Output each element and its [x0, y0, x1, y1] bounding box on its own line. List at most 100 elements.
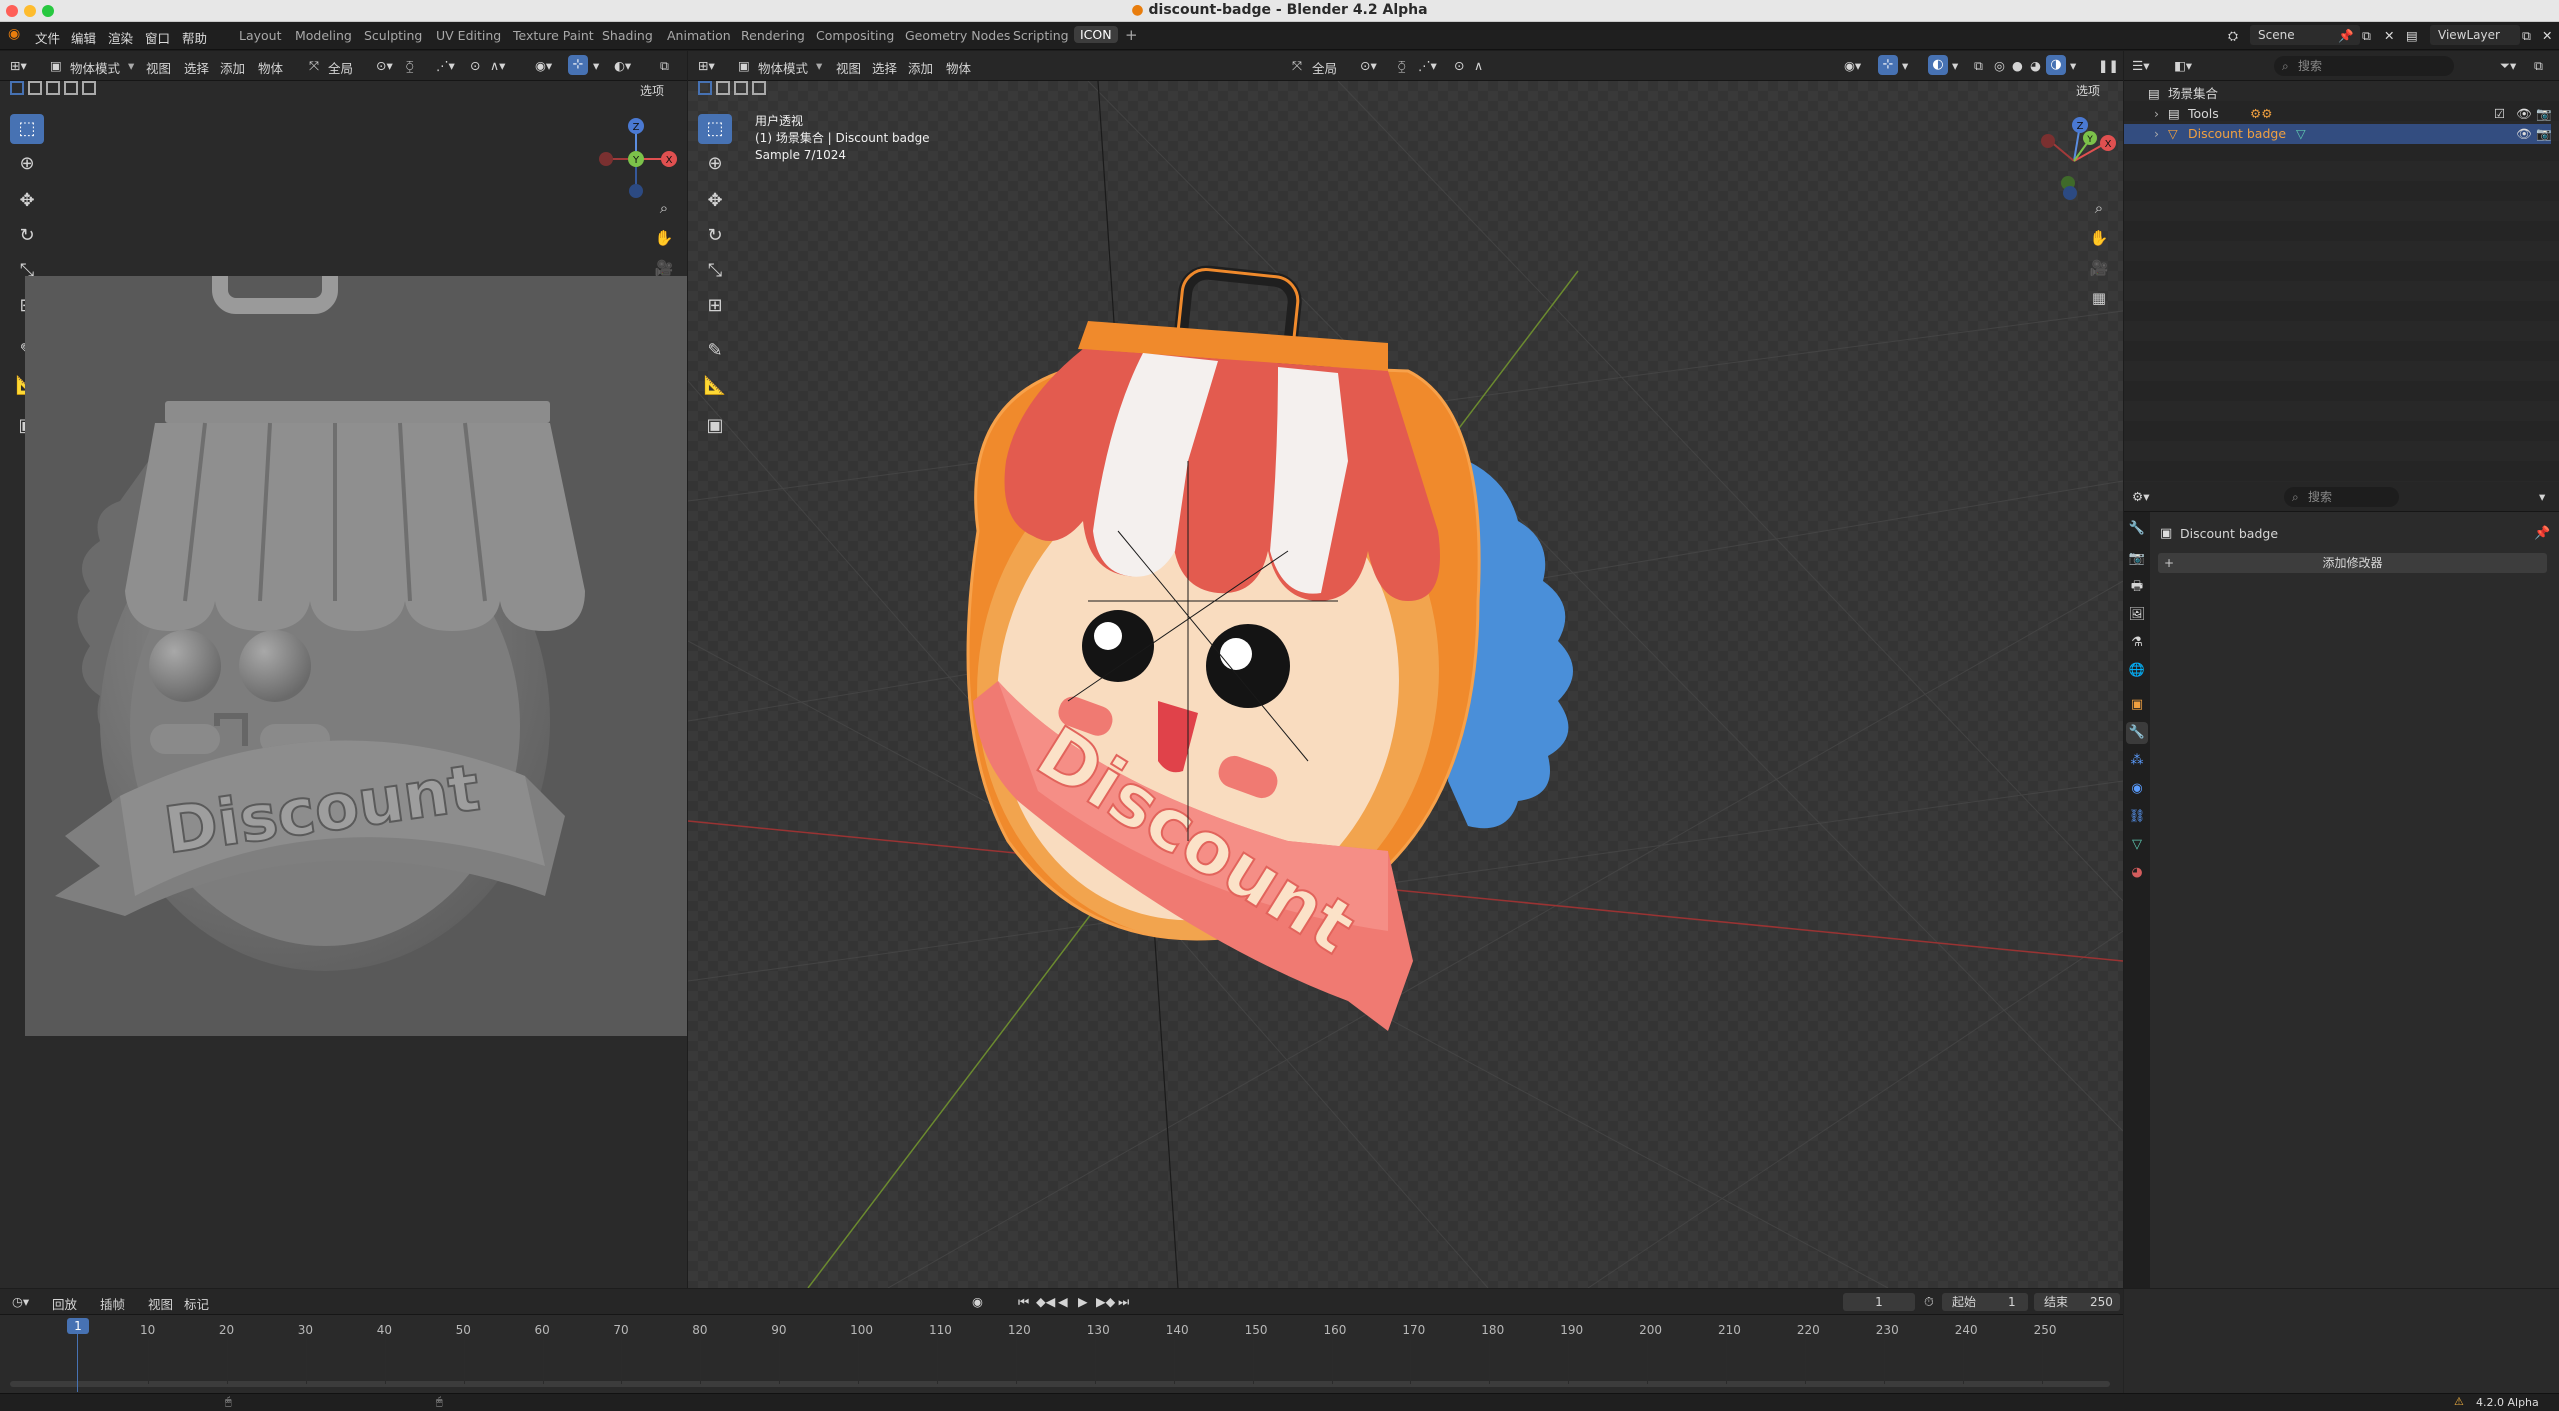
left-viewport[interactable]: ⊞▾ ▣ 物体模式 ▾ 视图 选择 添加 物体 ⤧ 全局 ⊙▾ ⧲ ⋰▾ ⊙ ∧… — [0, 51, 687, 1288]
tab-modeling[interactable]: Modeling — [295, 28, 352, 43]
left-menu-add[interactable]: 添加 — [220, 58, 245, 77]
overlay-menu-icon[interactable]: ▾ — [1952, 58, 1958, 73]
main-mode-selector[interactable]: 物体模式 — [758, 58, 808, 77]
proportional-icon[interactable]: ⊙ — [470, 58, 480, 73]
outliner-editor-type-icon[interactable]: ☰▾ — [2132, 58, 2149, 73]
cursor-tool-icon[interactable]: ⊕ — [10, 149, 44, 179]
tab-compositing[interactable]: Compositing — [816, 28, 894, 43]
outliner-row-tools[interactable]: › ▤ Tools ⚙⚙ ☑ 👁 📷 — [2124, 104, 2552, 124]
physics-tab-icon[interactable]: ◉ — [2126, 778, 2148, 800]
editor-type-icon[interactable]: ⊞▾ — [698, 58, 715, 73]
outliner-root-row[interactable]: ▤ 场景集合 — [2124, 84, 2551, 104]
main-transform-orientation[interactable]: 全局 — [1312, 58, 1337, 77]
jump-end-icon[interactable]: ⏭ — [1118, 1294, 1129, 1310]
pin-icon[interactable]: 📌 — [2534, 526, 2550, 541]
play-reverse-icon[interactable]: ◀ — [1058, 1294, 1068, 1309]
main-viewport[interactable]: ⊞▾ ▣ 物体模式 ▾ 视图 选择 添加 物体 ⤧ 全局 ⊙▾ ⧲ ⋰▾ ⊙ ∧… — [688, 51, 2123, 1288]
gizmo-toggle-icon[interactable]: ⊹ — [1878, 55, 1898, 75]
eye-icon[interactable]: 👁 — [2516, 104, 2532, 124]
auto-keying-icon[interactable]: ◉ — [972, 1294, 983, 1309]
overlay-icon[interactable]: ◐▾ — [614, 58, 631, 73]
pan-hand-icon[interactable]: ✋ — [652, 226, 676, 250]
expand-chevron-icon[interactable]: › — [2154, 124, 2159, 144]
pivot-icon[interactable]: ⊙▾ — [376, 58, 393, 73]
add-workspace-icon[interactable]: + — [1125, 26, 1138, 44]
menu-window[interactable]: 窗口 — [145, 28, 170, 47]
left-options-menu[interactable]: 选项 — [640, 82, 664, 99]
shading-menu-icon[interactable]: ▾ — [2070, 58, 2076, 73]
blender-logo-icon[interactable]: ◉ — [8, 26, 20, 42]
material-tab-icon[interactable]: ◕ — [2126, 862, 2148, 884]
outliner-search-input[interactable]: ⌕ 搜索 — [2274, 56, 2454, 76]
tab-animation[interactable]: Animation — [667, 28, 731, 43]
left-menu-view[interactable]: 视图 — [146, 58, 171, 77]
tab-layout[interactable]: Layout — [239, 28, 282, 43]
properties-editor-type-icon[interactable]: ⚙▾ — [2132, 489, 2149, 504]
snap-target-icon[interactable]: ⋰▾ — [1418, 58, 1437, 73]
main-menu-object[interactable]: 物体 — [946, 58, 971, 77]
outliner-row-discount-badge[interactable]: › ▽ Discount badge ▽ 👁 📷 — [2124, 124, 2552, 144]
data-tab-icon[interactable]: ▽ — [2126, 834, 2148, 856]
timeline-editor-type-icon[interactable]: ◷▾ — [12, 1294, 29, 1309]
material-shading-icon[interactable]: ◕ — [2030, 58, 2041, 73]
object-tab-icon[interactable]: ▣ — [2126, 694, 2148, 716]
tab-rendering[interactable]: Rendering — [741, 28, 805, 43]
timeline-scrollbar[interactable] — [10, 1381, 2110, 1387]
main-menu-select[interactable]: 选择 — [872, 58, 897, 77]
modifier-tab-icon[interactable]: 🔧 — [2126, 722, 2148, 744]
timeline-menu-keying[interactable]: 插帧 — [100, 1294, 125, 1313]
new-collection-icon[interactable]: ⧉ — [2534, 58, 2543, 74]
delete-view-layer-icon[interactable]: ✕ — [2542, 28, 2552, 43]
pause-render-icon[interactable]: ❚❚ — [2098, 58, 2119, 73]
rotate-tool-icon[interactable]: ↻ — [10, 221, 44, 251]
tab-sculpting[interactable]: Sculpting — [364, 28, 422, 43]
view-layer-tab-icon[interactable]: 🖼 — [2126, 604, 2148, 626]
pin-icon[interactable]: 📌 — [2338, 28, 2354, 44]
tab-shading[interactable]: Shading — [602, 28, 653, 43]
menu-help[interactable]: 帮助 — [182, 28, 207, 47]
particles-tab-icon[interactable]: ⁂ — [2126, 750, 2148, 772]
jump-prev-keyframe-icon[interactable]: ◆◀ — [1036, 1294, 1055, 1309]
filter-icon[interactable]: ⏷▾ — [2500, 58, 2516, 74]
view-layer-selector[interactable]: ViewLayer — [2430, 25, 2520, 45]
camera-render-icon[interactable]: 📷 — [2536, 124, 2552, 144]
menu-file[interactable]: 文件 — [35, 28, 60, 47]
overlay-toggle-icon[interactable]: ◐ — [1928, 55, 1948, 75]
tab-icon[interactable]: ICON — [1074, 26, 1118, 43]
tool-tab-icon[interactable]: 🔧 — [2126, 518, 2148, 540]
add-modifier-button[interactable]: + 添加修改器 — [2158, 553, 2547, 573]
menu-edit[interactable]: 编辑 — [71, 28, 96, 47]
zoom-icon[interactable]: ⌕ — [652, 196, 676, 220]
new-view-layer-icon[interactable]: ⧉ — [2522, 28, 2531, 44]
stopwatch-icon[interactable]: ⏱ — [1924, 1294, 1934, 1310]
select-extend-icon[interactable] — [28, 81, 42, 95]
new-scene-icon[interactable]: ⧉ — [2362, 28, 2371, 44]
snap-target-icon[interactable]: ⋰▾ — [436, 58, 455, 73]
editor-type-icon[interactable]: ⊞▾ — [10, 58, 27, 73]
left-mode-selector[interactable]: 物体模式 — [70, 58, 120, 77]
gizmo-menu-icon[interactable]: ▾ — [1902, 58, 1908, 73]
view-layer-icon[interactable]: ▤ — [2406, 28, 2418, 43]
falloff-icon[interactable]: ∧▾ — [490, 58, 505, 73]
snap-icon[interactable]: ⧲ — [406, 58, 414, 74]
tab-texture-paint[interactable]: Texture Paint — [513, 28, 594, 43]
playhead-frame-badge[interactable]: 1 — [67, 1318, 89, 1334]
solid-shading-icon[interactable]: ● — [2012, 58, 2023, 73]
visibility-icon[interactable]: ◉▾ — [1844, 58, 1861, 73]
select-difference-icon[interactable] — [64, 81, 78, 95]
falloff-icon[interactable]: ∧ — [1474, 58, 1483, 73]
output-tab-icon[interactable]: 🖶 — [2126, 576, 2148, 598]
move-tool-icon[interactable]: ✥ — [10, 186, 44, 216]
xray-icon[interactable]: ⧉ — [660, 58, 669, 74]
play-icon[interactable]: ▶ — [1078, 1294, 1088, 1309]
world-tab-icon[interactable]: 🌐 — [2126, 660, 2148, 682]
tab-uv-editing[interactable]: UV Editing — [436, 28, 501, 43]
timeline-menu-marker[interactable]: 标记 — [184, 1294, 209, 1313]
main-menu-add[interactable]: 添加 — [908, 58, 933, 77]
left-menu-select[interactable]: 选择 — [184, 58, 209, 77]
gizmo-menu-icon[interactable]: ▾ — [593, 58, 599, 73]
snap-icon[interactable]: ⧲ — [1398, 58, 1406, 74]
jump-next-keyframe-icon[interactable]: ▶◆ — [1096, 1294, 1115, 1309]
tab-geometry-nodes[interactable]: Geometry Nodes — [905, 28, 1010, 43]
constraints-tab-icon[interactable]: ⛓ — [2126, 806, 2148, 828]
